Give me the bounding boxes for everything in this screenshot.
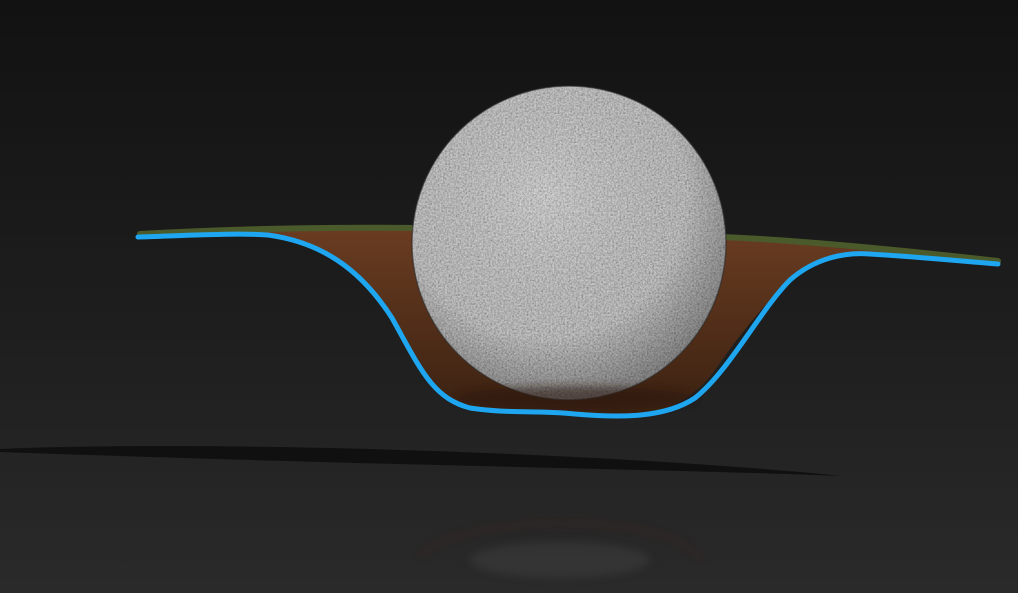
scene-viewport (0, 0, 1018, 593)
sphere-contact-shadow (455, 386, 695, 410)
scene-canvas (0, 0, 1018, 593)
